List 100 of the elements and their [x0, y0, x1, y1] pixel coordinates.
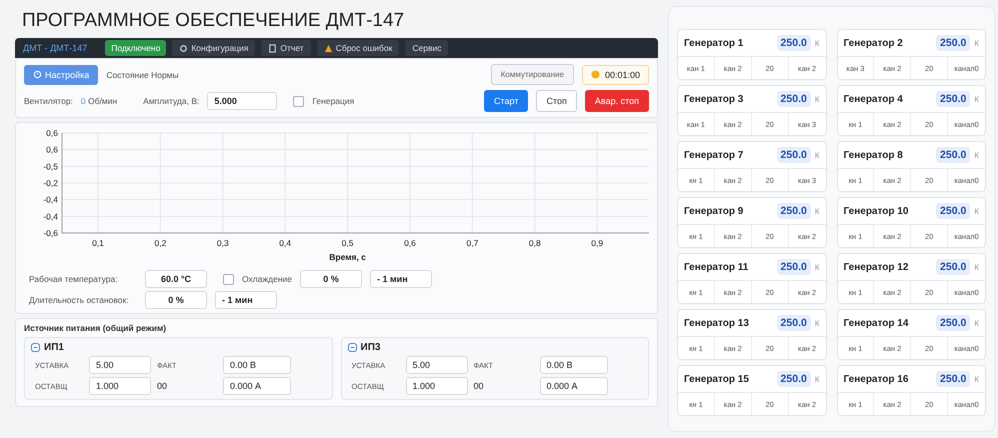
nav-button[interactable]: Конфигурация [172, 40, 256, 56]
generator-value[interactable]: 250.0 [936, 371, 970, 387]
x-tick-label: 0,2 [154, 238, 166, 248]
temperature-label: Рабочая температура: [29, 274, 119, 284]
unit-name: ИП3 [360, 342, 380, 353]
unit-label: К [974, 38, 979, 48]
unit-label: К [974, 206, 979, 216]
x-axis-title: Время, с [329, 252, 366, 262]
collapse-icon[interactable] [348, 343, 356, 352]
unit-name: ИП1 [44, 342, 64, 353]
current-field[interactable]: 0.000 А [223, 377, 291, 395]
x-tick-label: 0,5 [342, 238, 354, 248]
generator-value[interactable]: 250.0 [776, 203, 811, 219]
cooling-percent-field[interactable]: 0 % [300, 270, 362, 288]
unit-label: К [814, 38, 820, 48]
generator-name: Генератор 13 [684, 318, 750, 328]
duration-time-field[interactable]: - 1 мин [215, 291, 277, 309]
start-button[interactable]: Старт [484, 90, 528, 112]
warning-icon [324, 44, 333, 52]
voltage-field[interactable]: 0.00 В [540, 356, 608, 374]
x-tick-label: 0,3 [216, 238, 229, 248]
unit-label: К [814, 150, 820, 160]
unit-label: К [974, 94, 979, 104]
connection-status: Подключено [105, 40, 166, 56]
generator-value[interactable]: 250.0 [776, 35, 811, 51]
generator-name: Генератор 7 [684, 150, 744, 160]
unit-label: К [814, 374, 820, 384]
unit-label: К [814, 262, 820, 272]
duration-percent-field[interactable]: 0 % [145, 291, 207, 309]
generator-value[interactable]: 250.0 [936, 91, 970, 107]
fan-reading: 0 Об/мин [80, 96, 118, 106]
generator-value[interactable]: 250.0 [776, 371, 811, 387]
generator-value[interactable]: 250.0 [936, 35, 970, 51]
unit-label: К [974, 150, 979, 160]
emergency-stop-button[interactable]: Авар. стоп [584, 90, 649, 112]
amplitude-field[interactable]: 5.000 [207, 92, 278, 110]
x-tick-label: 0,8 [528, 238, 541, 248]
document-icon [268, 44, 278, 52]
unit-label: К [814, 318, 820, 328]
amplitude-label: Амплитуда, В: [143, 96, 200, 106]
generator-name: Генератор 16 [844, 374, 910, 384]
clock-icon [33, 70, 42, 79]
generator-name: Генератор 4 [844, 94, 904, 104]
generator-value[interactable]: 250.0 [776, 147, 811, 163]
mode-label: 00 [157, 381, 168, 391]
generator-name: Генератор 9 [684, 206, 744, 216]
generator-value[interactable]: 250.0 [936, 147, 970, 163]
y-tick-label: 0,6 [46, 128, 58, 138]
timer-display[interactable]: 00:01:00 [582, 64, 649, 84]
switching-button[interactable]: Коммутирование [490, 64, 574, 85]
coin-icon [590, 70, 600, 79]
y-tick-label: -0,4 [43, 194, 58, 205]
collapse-icon[interactable] [31, 343, 40, 352]
generator-value[interactable]: 250.0 [936, 203, 970, 219]
y-tick-label: -0,6 [43, 228, 58, 238]
generator-value[interactable]: 250.0 [776, 91, 811, 107]
generator-name: Генератор 11 [684, 262, 750, 272]
current-field[interactable]: 0.000 А [540, 377, 608, 395]
generator-name: Генератор 14 [844, 318, 910, 328]
stop-button[interactable]: Стоп [536, 90, 577, 112]
x-tick-label: 0,1 [92, 238, 104, 248]
section-title: Источник питания (общий режим) [24, 323, 168, 333]
temperature-field[interactable]: 60.0 °C [145, 270, 207, 288]
setpoint-field[interactable]: 5.00 [89, 356, 151, 374]
x-tick-label: 0,4 [279, 238, 292, 248]
generator-value[interactable]: 250.0 [776, 259, 811, 275]
limit-field[interactable]: 1.000 [406, 377, 468, 395]
y-tick-label: -0,4 [43, 211, 58, 222]
mode-label: 00 [474, 381, 485, 391]
generator-value[interactable]: 250.0 [776, 315, 811, 331]
nav-button[interactable]: Сброс ошибок [316, 40, 400, 56]
y-tick-label: -0,2 [43, 178, 58, 188]
cooling-checkbox[interactable] [223, 274, 234, 284]
generator-name: Генератор 10 [844, 206, 910, 216]
generator-name: Генератор 1 [684, 38, 744, 48]
x-tick-label: 0,7 [466, 238, 478, 248]
brand-label[interactable]: ДМТ - ДМТ-147 [23, 43, 88, 53]
unit-label: К [974, 374, 979, 384]
state-label: Состояние Нормы [106, 70, 179, 80]
generator-name: Генератор 15 [684, 374, 750, 384]
generator-value[interactable]: 250.0 [936, 315, 970, 331]
page-title: ПРОГРАММНОЕ ОБЕСПЕЧЕНИЕ ДМТ-147 [21, 9, 406, 33]
nav-button[interactable]: Отчет [261, 40, 311, 56]
generation-label: Генерация [312, 96, 354, 106]
limit-field[interactable]: 1.000 [89, 377, 151, 395]
setpoint-field[interactable]: 5.00 [406, 356, 468, 374]
cooling-time-field[interactable]: - 1 мин [370, 270, 432, 288]
generator-value[interactable]: 250.0 [936, 259, 970, 275]
generation-checkbox[interactable] [293, 96, 304, 106]
y-tick-label: -0,5 [43, 161, 58, 172]
generator-name: Генератор 3 [684, 94, 744, 104]
x-tick-label: 0,9 [591, 238, 604, 248]
unit-label: К [974, 262, 979, 272]
voltage-field[interactable]: 0.00 В [223, 356, 291, 374]
generator-name: Генератор 2 [844, 38, 904, 48]
generator-name: Генератор 12 [844, 262, 910, 272]
nav-button[interactable]: Сервис [405, 40, 448, 56]
unit-label: К [814, 94, 820, 104]
fan-label: Вентилятор: [24, 96, 73, 106]
x-tick-label: 0,6 [404, 238, 416, 248]
